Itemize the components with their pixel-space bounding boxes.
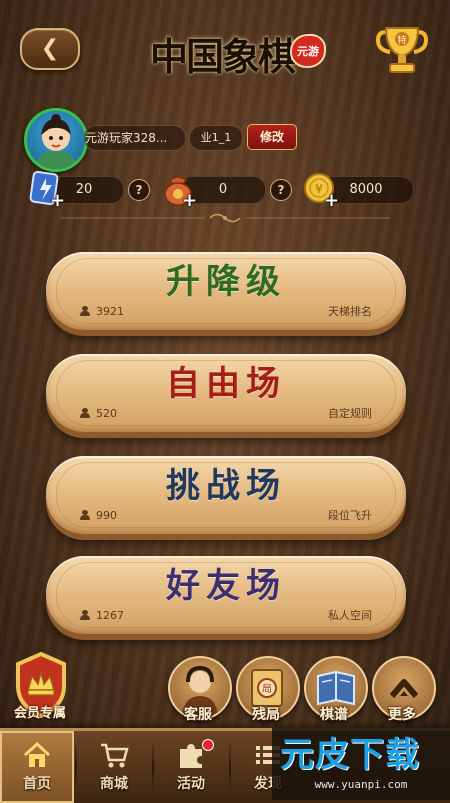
player-count: 1267 xyxy=(80,610,124,622)
logo-seal: 元游 xyxy=(292,36,324,66)
player-count: 990 xyxy=(80,510,117,522)
mode-free-button[interactable]: 自由场 520 自定规则 xyxy=(46,354,406,432)
nav-shop-label: 商城 xyxy=(100,776,128,792)
mode-title: 自由场 xyxy=(166,364,286,404)
mode-subtitle: 自定规则 xyxy=(328,407,372,420)
player-count: 3921 xyxy=(80,306,124,318)
trophy-button[interactable]: 特 xyxy=(372,24,432,76)
nav-activity[interactable]: 活动 xyxy=(154,731,228,803)
watermark-logo: 元皮下载 xyxy=(280,735,420,775)
mode-title: 挑战场 xyxy=(166,466,286,506)
player-count-value: 520 xyxy=(96,407,117,420)
avatar[interactable] xyxy=(24,108,88,172)
endgame-label: 残局 xyxy=(252,707,280,723)
svg-text:特: 特 xyxy=(397,34,406,46)
mode-friends-button[interactable]: 好友场 1267 私人空间 xyxy=(46,556,406,634)
plus-icon: + xyxy=(182,190,198,211)
person-icon xyxy=(80,306,90,316)
person-icon xyxy=(80,510,90,520)
notification-badge xyxy=(202,739,214,751)
svg-text:¥: ¥ xyxy=(315,182,323,196)
player-name-text: 元游玩家328... xyxy=(85,131,168,145)
trophy-icon: 特 xyxy=(375,27,429,73)
mode-title: 升降级 xyxy=(166,262,286,302)
cart-icon xyxy=(101,743,129,768)
gold-currency-button[interactable]: ¥ + xyxy=(302,170,340,211)
nav-activity-label: 活动 xyxy=(177,776,205,792)
nav-home[interactable]: 首页 xyxy=(0,731,74,803)
game-logo: 中国象棋 元游 xyxy=(150,28,324,86)
person-icon xyxy=(80,610,90,620)
plus-icon: + xyxy=(50,190,66,211)
player-avatar-icon xyxy=(35,114,77,169)
mode-subtitle: 段位飞升 xyxy=(328,509,372,522)
mode-subtitle: 私人空间 xyxy=(328,609,372,622)
card-currency-button[interactable]: + xyxy=(28,170,66,211)
person-icon xyxy=(80,408,90,418)
mode-title: 好友场 xyxy=(166,566,286,606)
mode-subtitle: 天梯排名 xyxy=(328,305,372,318)
player-count-value: 990 xyxy=(96,509,117,522)
back-button[interactable]: ❮ xyxy=(20,28,80,70)
watermark-url: www.yuanpi.com xyxy=(314,778,408,791)
mode-challenge-button[interactable]: 挑战场 990 段位飞升 xyxy=(46,456,406,534)
more-label: 更多 xyxy=(388,707,416,723)
watermark: 元皮下载 www.yuanpi.com xyxy=(272,728,450,800)
chess-manual-label: 棋谱 xyxy=(320,707,348,723)
mode-ranked-button[interactable]: 升降级 3921 天梯排名 xyxy=(46,252,406,330)
customer-service-label: 客服 xyxy=(184,707,212,723)
home-icon xyxy=(23,741,51,767)
card-help-button[interactable]: ? xyxy=(128,179,150,201)
bag-currency-button[interactable]: + xyxy=(160,170,198,211)
player-count-value: 1267 xyxy=(96,609,124,622)
vip-label: 会员专属 xyxy=(13,706,66,721)
nav-shop[interactable]: 商城 xyxy=(77,731,151,803)
nav-home-label: 首页 xyxy=(23,776,51,792)
player-name: 元游玩家328... xyxy=(84,125,186,151)
bag-help-button[interactable]: ? xyxy=(270,179,292,201)
player-count-value: 3921 xyxy=(96,305,124,318)
back-arrow-icon: ❮ xyxy=(40,36,60,61)
edit-profile-button[interactable]: 修改 xyxy=(247,124,297,150)
plus-icon: + xyxy=(324,190,340,211)
player-count: 520 xyxy=(80,408,117,420)
player-rank: 业1_1 xyxy=(189,125,243,151)
ornament-divider xyxy=(60,213,390,223)
svg-text:局: 局 xyxy=(262,683,272,695)
